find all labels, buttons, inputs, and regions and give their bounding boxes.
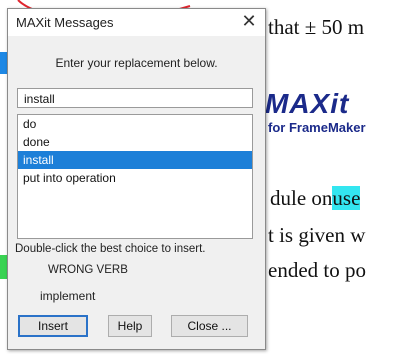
list-item[interactable]: done [18, 133, 252, 151]
doc-line-4: ended to po [268, 258, 366, 282]
insert-button[interactable]: Insert [18, 315, 88, 337]
list-item-selected[interactable]: install [18, 151, 252, 169]
help-button[interactable]: Help [108, 315, 152, 337]
doc-highlight-word: use [332, 186, 361, 210]
doc-line-2-text: dule on [270, 186, 333, 210]
doc-line-3: t is given w [268, 223, 366, 247]
list-item[interactable]: do [18, 115, 252, 133]
suggestion-list[interactable]: do done install put into operation [17, 114, 253, 239]
doc-line-1: that ± 50 m [268, 15, 365, 39]
maxit-messages-dialog: MAXit Messages ✕ Enter your replacement … [7, 8, 266, 350]
doc-highlight-green [0, 255, 7, 279]
close-button[interactable]: Close ... [171, 315, 248, 337]
dialog-titlebar[interactable]: MAXit Messages ✕ [8, 9, 265, 36]
close-icon[interactable]: ✕ [239, 11, 259, 32]
original-word: implement [40, 289, 96, 303]
doc-line-2: dule onuse [270, 186, 361, 211]
replacement-prompt: Enter your replacement below. [55, 56, 218, 70]
logo-title: MAXit [265, 88, 350, 119]
rule-label: WRONG VERB [48, 264, 128, 276]
doc-highlight-blue [0, 52, 7, 74]
insert-hint: Double-click the best choice to insert. [15, 243, 206, 255]
list-item[interactable]: put into operation [18, 169, 252, 187]
dialog-title: MAXit Messages [16, 15, 114, 30]
replacement-input[interactable]: install [17, 88, 253, 108]
logo-subtitle: for FrameMaker [268, 120, 366, 135]
